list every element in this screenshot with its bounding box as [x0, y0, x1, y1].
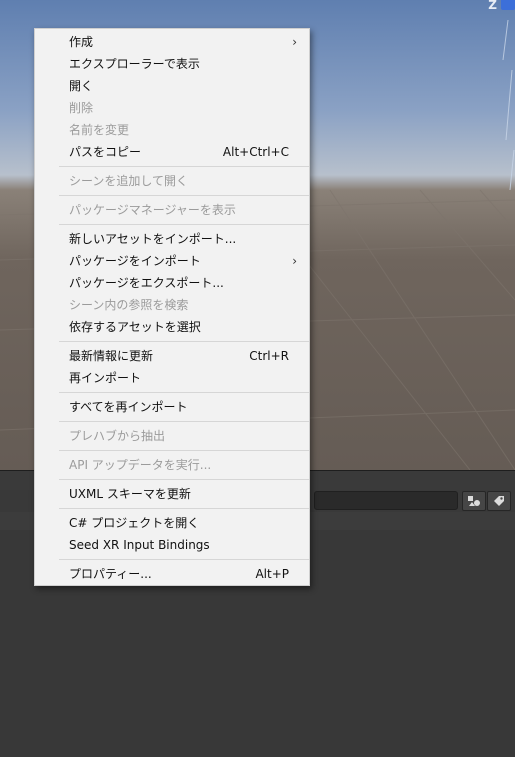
menu-item-label: プロパティー... — [69, 567, 152, 581]
menu-item-label: シーンを追加して開く — [69, 174, 189, 188]
menu-item-open-scene-additive[interactable]: シーンを追加して開く — [35, 170, 309, 192]
menu-item-create[interactable]: 作成 › — [35, 31, 309, 53]
search-input[interactable] — [314, 491, 458, 510]
filter-by-type-button[interactable] — [462, 491, 486, 511]
chevron-right-icon: › — [292, 35, 297, 49]
menu-item-label: パッケージをインポート — [69, 254, 201, 268]
menu-item-export-package[interactable]: パッケージをエクスポート... — [35, 272, 309, 294]
menu-item-delete[interactable]: 削除 — [35, 97, 309, 119]
menu-separator — [59, 421, 309, 422]
menu-item-label: UXML スキーマを更新 — [69, 487, 191, 501]
menu-item-import-package[interactable]: パッケージをインポート › — [35, 250, 309, 272]
menu-item-update-uxml-schema[interactable]: UXML スキーマを更新 — [35, 483, 309, 505]
menu-item-label: 名前を変更 — [69, 123, 130, 137]
menu-item-reimport[interactable]: 再インポート — [35, 367, 309, 389]
gizmo-z-axis-label[interactable]: Z — [488, 0, 497, 12]
menu-separator — [59, 195, 309, 196]
menu-item-import-new-asset[interactable]: 新しいアセットをインポート... — [35, 228, 309, 250]
menu-separator — [59, 224, 309, 225]
menu-item-label: プレハブから抽出 — [69, 429, 166, 443]
shapes-icon — [468, 496, 480, 506]
menu-item-run-api-updater[interactable]: API アップデータを実行... — [35, 454, 309, 476]
menu-item-view-in-package-manager[interactable]: パッケージマネージャーを表示 — [35, 199, 309, 221]
menu-item-label: 開く — [69, 79, 94, 93]
filter-by-label-button[interactable] — [487, 491, 511, 511]
menu-item-extract-from-prefab[interactable]: プレハブから抽出 — [35, 425, 309, 447]
menu-item-rename[interactable]: 名前を変更 — [35, 119, 309, 141]
menu-separator — [59, 508, 309, 509]
orientation-gizmo-icon[interactable] — [501, 0, 515, 10]
menu-item-open[interactable]: 開く — [35, 75, 309, 97]
menu-item-shortcut: Alt+Ctrl+C — [222, 145, 289, 159]
menu-item-label: 再インポート — [69, 371, 142, 385]
menu-item-reimport-all[interactable]: すべてを再インポート — [35, 396, 309, 418]
menu-item-find-references-in-scene[interactable]: シーン内の参照を検索 — [35, 294, 309, 316]
menu-item-label: すべてを再インポート — [69, 400, 188, 414]
menu-item-label: シーン内の参照を検索 — [69, 298, 189, 312]
menu-item-seed-xr-input-bindings[interactable]: Seed XR Input Bindings — [35, 534, 309, 556]
menu-item-label: C# プロジェクトを開く — [69, 516, 200, 530]
menu-separator — [59, 166, 309, 167]
menu-item-label: 削除 — [69, 101, 94, 115]
menu-item-copy-path[interactable]: パスをコピー Alt+Ctrl+C — [35, 141, 309, 163]
menu-item-label: 最新情報に更新 — [69, 349, 154, 363]
menu-item-label: パッケージをエクスポート... — [69, 276, 224, 290]
menu-item-shortcut: Alt+P — [255, 567, 289, 581]
menu-item-label: パスをコピー — [69, 145, 142, 159]
menu-separator — [59, 341, 309, 342]
menu-separator — [59, 559, 309, 560]
menu-item-select-dependencies[interactable]: 依存するアセットを選択 — [35, 316, 309, 338]
menu-item-shortcut: Ctrl+R — [249, 349, 289, 363]
menu-separator — [59, 479, 309, 480]
menu-item-label: エクスプローラーで表示 — [69, 57, 200, 71]
menu-separator — [59, 392, 309, 393]
menu-item-properties[interactable]: プロパティー... Alt+P — [35, 563, 309, 585]
menu-item-label: 作成 — [69, 35, 94, 49]
menu-item-label: パッケージマネージャーを表示 — [69, 203, 236, 217]
menu-item-label: 依存するアセットを選択 — [69, 320, 201, 334]
menu-item-label: Seed XR Input Bindings — [69, 538, 210, 552]
chevron-right-icon: › — [292, 254, 297, 268]
context-menu: 作成 › エクスプローラーで表示 開く 削除 名前を変更 パスをコピー Alt+… — [34, 28, 310, 586]
menu-item-open-csharp-project[interactable]: C# プロジェクトを開く — [35, 512, 309, 534]
tag-icon — [494, 496, 504, 506]
menu-item-label: 新しいアセットをインポート... — [69, 232, 237, 246]
menu-separator — [59, 450, 309, 451]
menu-item-refresh[interactable]: 最新情報に更新 Ctrl+R — [35, 345, 309, 367]
menu-item-label: API アップデータを実行... — [69, 458, 212, 472]
menu-item-show-in-explorer[interactable]: エクスプローラーで表示 — [35, 53, 309, 75]
